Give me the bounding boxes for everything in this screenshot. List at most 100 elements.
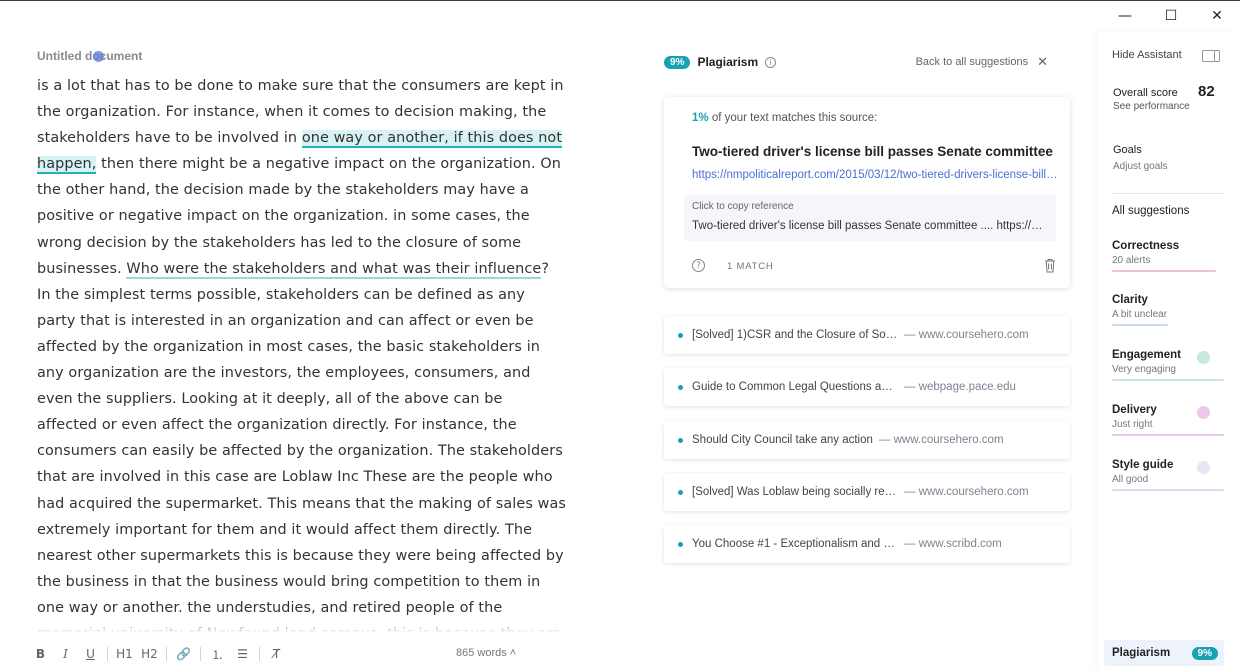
source-title: Two-tiered driver's license bill passes … [692, 144, 1053, 159]
see-performance-link[interactable]: See performance [1113, 101, 1190, 112]
source-name: [Solved] Was Loblaw being socially respo… [692, 486, 898, 498]
category-engagement[interactable]: Engagement Very engaging [1112, 349, 1224, 381]
copy-reference-label: Click to copy reference [692, 201, 794, 212]
category-bar [1112, 489, 1224, 491]
plagiarism-underline[interactable]: Who were the stakeholders and what was t… [126, 260, 542, 279]
source-list-item[interactable]: You Choose #1 - Exceptionalism and Rever… [664, 525, 1070, 563]
category-correctness[interactable]: Correctness 20 alerts [1112, 240, 1224, 272]
category-bar [1112, 270, 1216, 272]
word-count[interactable]: 865 words ˄ [456, 647, 516, 659]
all-suggestions-button[interactable]: All suggestions [1112, 205, 1189, 217]
link-icon[interactable]: 🔗 [171, 647, 196, 661]
category-status: All good [1112, 474, 1149, 485]
bold-button[interactable]: B [28, 647, 53, 661]
category-delivery[interactable]: Delivery Just right [1112, 404, 1224, 436]
source-name: Should City Council take any action [692, 434, 873, 446]
match-summary: 1% of your text matches this source: [692, 112, 877, 124]
document-title[interactable]: Untitled document [37, 49, 142, 63]
goals-button[interactable]: Goals [1113, 144, 1142, 156]
category-name: Correctness [1112, 240, 1180, 252]
text-line: is a lot that has to be done to make sur… [37, 78, 564, 94]
info-icon[interactable]: i [765, 56, 777, 68]
toolbar-divider [200, 647, 201, 661]
category-bar [1112, 324, 1168, 326]
source-domain: — www.coursehero.com [904, 486, 1029, 498]
match-percent: 1% [692, 112, 709, 124]
maximize-button[interactable]: ☐ [1148, 5, 1194, 27]
underline-button[interactable]: U [78, 647, 103, 661]
copy-reference-box[interactable]: Click to copy reference Two-tiered drive… [684, 195, 1056, 241]
app-window: — ☐ ✕ Untitled document is a lot that ha… [0, 0, 1240, 668]
category-clarity[interactable]: Clarity A bit unclear [1112, 294, 1224, 326]
toolbar-divider [259, 647, 260, 661]
category-name: Clarity [1112, 294, 1148, 306]
source-url-link[interactable]: https://nmpoliticalreport.com/2015/03/12… [692, 169, 1058, 181]
clear-format-icon[interactable]: T̸ [264, 647, 289, 661]
match-summary-text: of your text matches this source: [708, 112, 878, 124]
check-icon [1197, 461, 1210, 474]
overall-score-label: Overall score [1113, 87, 1178, 99]
copy-reference-text: Two-tiered driver's license bill passes … [692, 220, 1048, 232]
text-line: the organization. For instance, when it … [37, 104, 547, 121]
bullet-icon [678, 541, 683, 547]
source-list-item[interactable]: Should City Council take any action — ww… [664, 421, 1070, 459]
category-bar [1112, 434, 1224, 436]
source-domain: — www.coursehero.com [878, 434, 1004, 446]
trash-icon[interactable] [1044, 258, 1056, 273]
bullet-icon [678, 332, 683, 338]
source-name: [Solved] 1)CSR and the Closure of Sobeys [692, 329, 898, 341]
assistant-sidebar: Hide Assistant Overall score 82 See perf… [1098, 33, 1240, 668]
back-to-suggestions-link[interactable]: Back to all suggestions [916, 56, 1029, 68]
toolbar-divider [166, 647, 167, 661]
hide-assistant-button[interactable]: Hide Assistant [1112, 49, 1182, 61]
source-list-item[interactable]: [Solved] 1)CSR and the Closure of Sobeys… [664, 316, 1070, 354]
check-icon [1197, 351, 1210, 364]
plagiarism-tab[interactable]: Plagiarism 9% [1104, 640, 1224, 666]
source-list-item[interactable]: [Solved] Was Loblaw being socially respo… [664, 473, 1070, 511]
text-run: then there might be a negative impact on… [37, 156, 562, 277]
heading2-button[interactable]: H2 [137, 647, 162, 661]
document-editor[interactable]: is a lot that has to be done to make sur… [37, 73, 567, 633]
close-icon[interactable]: ✕ [1037, 55, 1048, 70]
source-domain: — webpage.pace.edu [904, 381, 1016, 393]
source-match-card: 1% of your text matches this source: Two… [664, 97, 1070, 288]
collaborator-cursor-icon [93, 51, 104, 62]
heading1-button[interactable]: H1 [112, 647, 137, 661]
overall-score-value: 82 [1198, 83, 1215, 100]
editor-fade [37, 615, 567, 633]
minimize-button[interactable]: — [1102, 5, 1148, 27]
ordered-list-icon[interactable]: ⒈ [205, 646, 230, 663]
italic-button[interactable]: I [53, 647, 78, 661]
plagiarism-percent-badge: 9% [664, 55, 691, 69]
source-name: Guide to Common Legal Questions and Answ… [692, 381, 898, 393]
category-status: A bit unclear [1112, 309, 1168, 320]
category-style-guide[interactable]: Style guide All good [1112, 459, 1224, 491]
text-paragraph: stakeholders have to be involved in one … [37, 125, 567, 633]
toolbar-divider [107, 647, 108, 661]
plagiarism-header: 9% Plagiarism i Back to all suggestions … [664, 53, 1068, 71]
text-run: ? In the simplest terms possible, stakeh… [37, 260, 566, 633]
check-icon [1197, 406, 1210, 419]
plagiarism-tab-label: Plagiarism [1112, 647, 1171, 659]
bullet-icon [678, 384, 683, 390]
sidebar-divider [1112, 193, 1224, 194]
plagiarism-title: Plagiarism [697, 55, 759, 69]
source-domain: — www.coursehero.com [904, 329, 1029, 341]
category-status: Just right [1112, 419, 1153, 430]
source-list-item[interactable]: Guide to Common Legal Questions and Answ… [664, 368, 1070, 406]
close-window-button[interactable]: ✕ [1194, 5, 1240, 27]
category-status: Very engaging [1112, 364, 1176, 375]
category-bar [1112, 379, 1224, 381]
plagiarism-tab-badge: 9% [1191, 646, 1218, 660]
text-run: stakeholders have to be involved in [37, 130, 302, 147]
match-count: 1 MATCH [727, 261, 774, 272]
help-icon[interactable]: ? [692, 259, 705, 272]
bullet-icon [678, 489, 683, 495]
overall-score[interactable]: Overall score 82 See performance [1113, 83, 1215, 112]
panel-toggle-icon[interactable] [1202, 50, 1220, 62]
adjust-goals-link[interactable]: Adjust goals [1113, 161, 1167, 172]
bullet-icon [678, 437, 683, 443]
source-domain: — www.scribd.com [904, 538, 1002, 550]
category-status: 20 alerts [1112, 255, 1151, 266]
bullet-list-icon[interactable]: ☰ [230, 647, 255, 661]
